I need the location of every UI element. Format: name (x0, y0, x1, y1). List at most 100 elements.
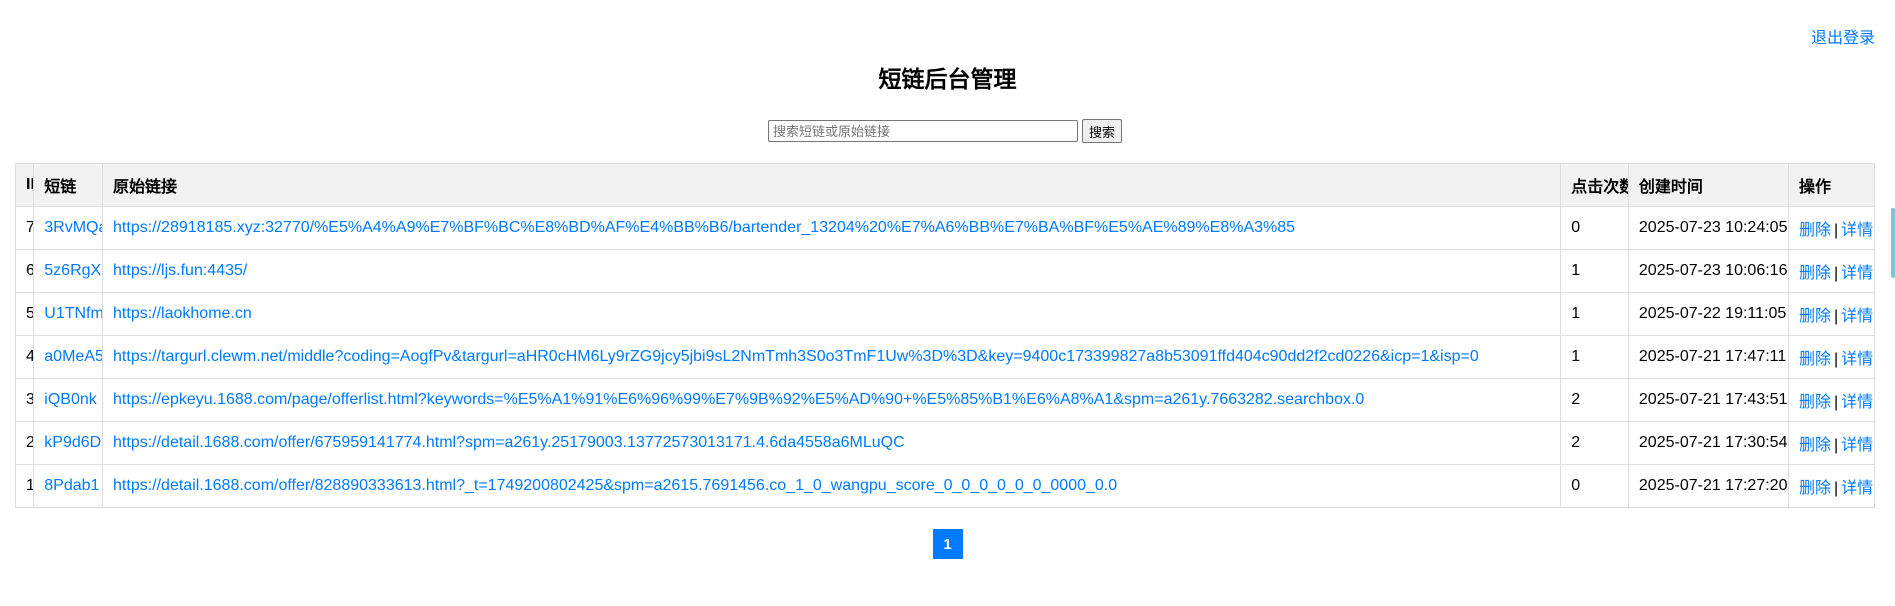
table-row: 7 3RvMQa https://28918185.xyz:32770/%E5%… (14, 206, 1875, 250)
cell-created-time: 2025-07-21 17:47:11 (1627, 335, 1790, 379)
cell-id: 6 (14, 249, 35, 293)
detail-link[interactable]: 详情 (1841, 222, 1873, 239)
short-link[interactable]: 8Pdab1 (44, 477, 99, 494)
cell-id: 1 (14, 464, 35, 508)
cell-created-time: 2025-07-21 17:43:51 (1627, 378, 1790, 422)
cell-clicks: 2 (1560, 421, 1629, 465)
cell-original-link: https://ljs.fun:4435/ (102, 249, 1562, 293)
cell-created-time: 2025-07-22 19:11:05 (1627, 292, 1790, 336)
cell-operations: 删除 | 详情 (1788, 464, 1875, 508)
short-link[interactable]: 3RvMQa (44, 219, 101, 236)
header-clicks: 点击次数 (1560, 163, 1629, 207)
search-input[interactable] (768, 120, 1078, 142)
original-link[interactable]: https://ljs.fun:4435/ (113, 262, 247, 279)
links-table-container: ID 短链 原始链接 点击次数 创建时间 操作 7 3RvMQa https:/… (14, 163, 1875, 508)
cell-original-link: https://28918185.xyz:32770/%E5%A4%A9%E7%… (102, 206, 1562, 250)
original-link[interactable]: https://28918185.xyz:32770/%E5%A4%A9%E7%… (113, 219, 1295, 236)
header-created-time: 创建时间 (1627, 163, 1790, 207)
page-button-current[interactable]: 1 (932, 529, 963, 559)
detail-link[interactable]: 详情 (1841, 265, 1873, 282)
page-title: 短链后台管理 (878, 66, 1017, 92)
original-link[interactable]: https://epkeyu.1688.com/page/offerlist.h… (113, 391, 1364, 408)
cell-original-link: https://epkeyu.1688.com/page/offerlist.h… (102, 378, 1562, 422)
short-link[interactable]: a0MeA5 (44, 348, 101, 365)
table-row: 1 8Pdab1 https://detail.1688.com/offer/8… (14, 464, 1875, 508)
table-row: 2 kP9d6D https://detail.1688.com/offer/6… (14, 421, 1875, 465)
header-original-link: 原始链接 (102, 163, 1562, 207)
table-header-row: ID 短链 原始链接 点击次数 创建时间 操作 (14, 163, 1875, 207)
cell-short-link: kP9d6D (33, 421, 104, 465)
delete-link[interactable]: 删除 (1799, 480, 1831, 497)
delete-link[interactable]: 删除 (1799, 222, 1831, 239)
original-link[interactable]: https://targurl.clewm.net/middle?coding=… (113, 348, 1479, 365)
scrollbar-thumb[interactable] (1891, 208, 1895, 278)
detail-link[interactable]: 详情 (1841, 308, 1873, 325)
cell-clicks: 1 (1560, 335, 1629, 379)
cell-created-time: 2025-07-21 17:30:54 (1627, 421, 1790, 465)
cell-short-link: 8Pdab1 (33, 464, 104, 508)
op-separator: | (1834, 308, 1839, 325)
cell-original-link: https://detail.1688.com/offer/6759591417… (102, 421, 1562, 465)
op-separator: | (1834, 394, 1839, 411)
op-separator: | (1834, 351, 1839, 368)
links-table: ID 短链 原始链接 点击次数 创建时间 操作 7 3RvMQa https:/… (14, 163, 1875, 508)
delete-link[interactable]: 删除 (1799, 394, 1831, 411)
table-row: 5 U1TNfm https://laokhome.cn 1 2025-07-2… (14, 292, 1875, 336)
detail-link[interactable]: 详情 (1841, 351, 1873, 368)
delete-link[interactable]: 删除 (1799, 351, 1831, 368)
table-row: 3 iQB0nk https://epkeyu.1688.com/page/of… (14, 378, 1875, 422)
delete-link[interactable]: 删除 (1799, 265, 1831, 282)
header-id: ID (14, 163, 35, 207)
short-link[interactable]: U1TNfm (44, 305, 101, 322)
header-operations: 操作 (1788, 163, 1875, 207)
header-short-link: 短链 (33, 163, 104, 207)
table-row: 6 5z6RgX https://ljs.fun:4435/ 1 2025-07… (14, 249, 1875, 293)
short-link[interactable]: kP9d6D (44, 434, 101, 451)
cell-short-link: iQB0nk (33, 378, 104, 422)
cell-operations: 删除 | 详情 (1788, 292, 1875, 336)
cell-id: 4 (14, 335, 35, 379)
op-separator: | (1834, 222, 1839, 239)
op-separator: | (1834, 437, 1839, 454)
cell-id: 3 (14, 378, 35, 422)
original-link[interactable]: https://detail.1688.com/offer/8288903336… (113, 477, 1117, 494)
short-link[interactable]: iQB0nk (44, 391, 96, 408)
cell-original-link: https://targurl.clewm.net/middle?coding=… (102, 335, 1562, 379)
cell-clicks: 1 (1560, 292, 1629, 336)
table-row: 4 a0MeA5 https://targurl.clewm.net/middl… (14, 335, 1875, 379)
logout-link[interactable]: 退出登录 (1811, 24, 1875, 48)
cell-short-link: 3RvMQa (33, 206, 104, 250)
cell-original-link: https://detail.1688.com/offer/8288903336… (102, 464, 1562, 508)
cell-short-link: U1TNfm (33, 292, 104, 336)
pagination: 1 (0, 529, 1895, 559)
original-link[interactable]: https://laokhome.cn (113, 305, 252, 322)
search-button[interactable]: 搜索 (1082, 119, 1123, 143)
original-link[interactable]: https://detail.1688.com/offer/6759591417… (113, 434, 905, 451)
cell-clicks: 0 (1560, 206, 1629, 250)
cell-id: 7 (14, 206, 35, 250)
cell-created-time: 2025-07-23 10:06:16 (1627, 249, 1790, 293)
cell-clicks: 0 (1560, 464, 1629, 508)
delete-link[interactable]: 删除 (1799, 437, 1831, 454)
cell-operations: 删除 | 详情 (1788, 378, 1875, 422)
short-link[interactable]: 5z6RgX (44, 262, 101, 279)
cell-operations: 删除 | 详情 (1788, 421, 1875, 465)
cell-clicks: 1 (1560, 249, 1629, 293)
op-separator: | (1834, 480, 1839, 497)
page: 退出登录 短链后台管理 搜索 ID 短链 原始链接 点击次数 创建时间 (0, 0, 1895, 606)
cell-short-link: a0MeA5 (33, 335, 104, 379)
cell-original-link: https://laokhome.cn (102, 292, 1562, 336)
cell-created-time: 2025-07-21 17:27:20 (1627, 464, 1790, 508)
cell-operations: 删除 | 详情 (1788, 335, 1875, 379)
search-bar: 搜索 (768, 119, 1123, 143)
cell-operations: 删除 | 详情 (1788, 206, 1875, 250)
cell-operations: 删除 | 详情 (1788, 249, 1875, 293)
cell-id: 5 (14, 292, 35, 336)
detail-link[interactable]: 详情 (1841, 394, 1873, 411)
cell-clicks: 2 (1560, 378, 1629, 422)
delete-link[interactable]: 删除 (1799, 308, 1831, 325)
op-separator: | (1834, 265, 1839, 282)
cell-id: 2 (14, 421, 35, 465)
detail-link[interactable]: 详情 (1841, 480, 1873, 497)
detail-link[interactable]: 详情 (1841, 437, 1873, 454)
